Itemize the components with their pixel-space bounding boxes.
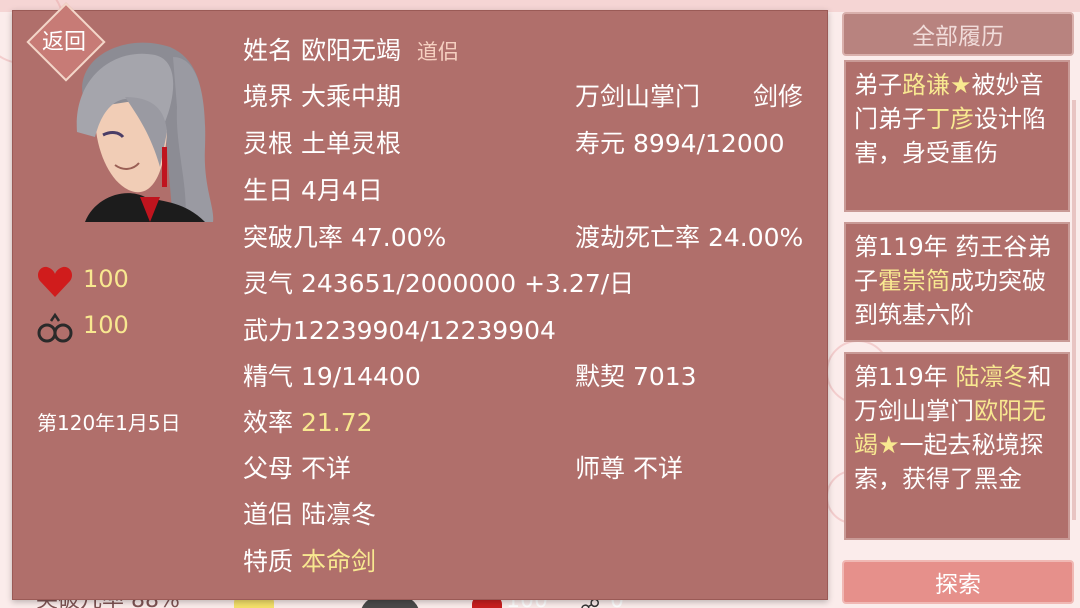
realm-row: 境界 大乘中期 — [243, 77, 401, 113]
history-scrollbar[interactable] — [1072, 100, 1076, 520]
bonds-value: 100 — [83, 311, 129, 339]
partner-row: 道侣 陆凛冬 — [243, 495, 376, 531]
tribulation-row: 渡劫死亡率 24.00% — [575, 218, 803, 254]
root-label: 灵根 — [243, 129, 294, 158]
rapport-value: 7013 — [632, 362, 697, 391]
tribulation-label: 渡劫死亡率 — [575, 223, 701, 252]
breakthrough-value: 47.00% — [350, 223, 447, 252]
parents-row: 父母 不详 — [243, 449, 351, 485]
name-label: 姓名 — [243, 36, 294, 65]
partner-label: 道侣 — [243, 500, 294, 529]
efficiency-label: 效率 — [243, 408, 294, 437]
qi-value: 243651/2000000 +3.27/日 — [300, 269, 635, 298]
parents-value: 不详 — [300, 454, 351, 483]
history-card: 第119年 陆凛冬和万剑山掌门欧阳无竭★一起去秘境探索，获得了黑金 — [844, 352, 1070, 540]
lifespan-row: 寿元 8994/12000 — [575, 124, 785, 160]
master-row: 师尊 不详 — [575, 449, 683, 485]
class-value: 剑修 — [753, 82, 804, 111]
handcuff-icon — [37, 311, 73, 345]
essence-row: 精气 19/14400 — [243, 357, 421, 393]
rapport-label: 默契 — [575, 362, 626, 391]
hearts-value: 100 — [83, 265, 129, 293]
character-dialog: 100 100 第120年1月5日 姓名 欧阳无竭 道侣 境界 大乘中期 万剑山… — [12, 10, 828, 600]
qi-row: 灵气 243651/2000000 +3.27/日 — [243, 264, 634, 300]
history-highlight-name: 丁彦 — [926, 105, 974, 133]
game-date: 第120年1月5日 — [37, 411, 181, 435]
history-highlight-name: 路谦★ — [902, 71, 972, 99]
rapport-row: 默契 7013 — [575, 357, 697, 393]
explore-button[interactable]: 探索 — [842, 560, 1074, 604]
back-button-label: 返回 — [41, 30, 86, 55]
history-highlight-name: 陆凛冬 — [955, 363, 1028, 391]
breakthrough-row: 突破几率 47.00% — [243, 218, 446, 254]
birthday-label: 生日 — [243, 176, 294, 205]
partner-tag: 道侣 — [416, 40, 459, 64]
master-label: 师尊 — [575, 454, 626, 483]
realm-value: 大乘中期 — [300, 82, 401, 111]
root-row: 灵根 土单灵根 — [243, 124, 401, 160]
lifespan-label: 寿元 — [575, 129, 626, 158]
sect-title: 万剑山掌门 — [575, 82, 701, 111]
trait-value[interactable]: 本命剑 — [301, 547, 376, 576]
essence-value: 19/14400 — [300, 362, 421, 391]
heart-icon — [37, 265, 73, 299]
essence-label: 精气 — [243, 362, 294, 391]
power-label: 武力 — [243, 316, 294, 345]
trait-row: 特质 本命剑 — [243, 542, 376, 578]
lifespan-value: 8994/12000 — [632, 129, 785, 158]
birthday-value: 4月4日 — [300, 176, 383, 205]
history-text: 第119年 — [854, 363, 956, 391]
trait-label: 特质 — [243, 547, 294, 576]
efficiency-row: 效率 21.72 — [243, 403, 373, 439]
history-card: 弟子路谦★被妙音门弟子丁彦设计陷害，身受重伤 — [844, 60, 1070, 212]
partner-value[interactable]: 陆凛冬 — [301, 500, 376, 529]
tribulation-value: 24.00% — [707, 223, 804, 252]
qi-label: 灵气 — [243, 269, 294, 298]
realm-label: 境界 — [243, 82, 294, 111]
efficiency-value: 21.72 — [300, 408, 373, 437]
name-value: 欧阳无竭 — [300, 36, 401, 65]
power-row: 武力12239904/12239904 — [243, 311, 556, 347]
birthday-row: 生日 4月4日 — [243, 171, 383, 207]
history-highlight-name: 霍崇简 — [878, 267, 950, 295]
power-value: 12239904/12239904 — [293, 316, 556, 345]
breakthrough-label: 突破几率 — [243, 223, 344, 252]
all-history-button[interactable]: 全部履历 — [842, 12, 1074, 56]
name-row: 姓名 欧阳无竭 道侣 — [243, 31, 459, 67]
history-text: 弟子 — [854, 71, 902, 99]
parents-label: 父母 — [243, 454, 294, 483]
master-value: 不详 — [632, 454, 683, 483]
back-button[interactable]: 返回 — [28, 6, 100, 74]
root-value: 土单灵根 — [300, 129, 401, 158]
history-card: 第119年 药王谷弟子霍崇简成功突破到筑基六阶 — [844, 222, 1070, 342]
